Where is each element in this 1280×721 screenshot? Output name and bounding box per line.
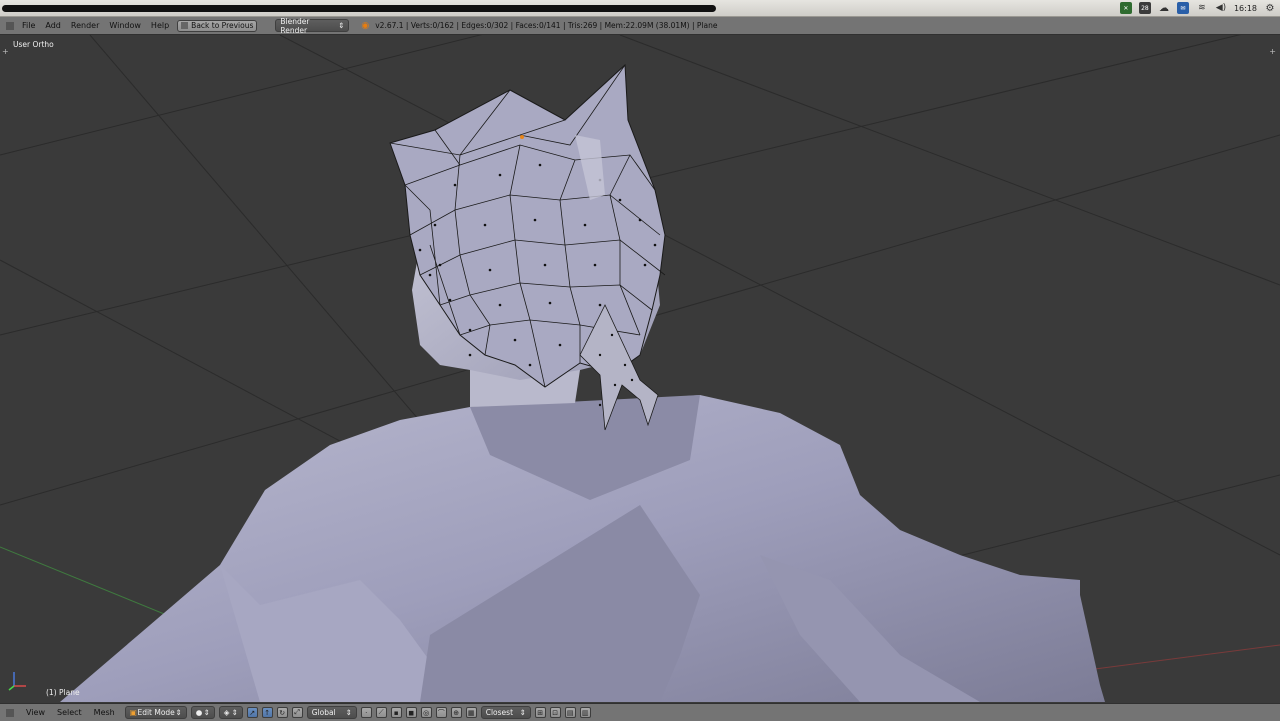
pivot-point-select[interactable]: ◈ ⇕ <box>218 706 243 719</box>
menu-help[interactable]: Help <box>151 21 169 30</box>
viewport-shading-select[interactable]: ● ⇕ <box>190 706 215 719</box>
shading-solid-icon: ● <box>195 708 203 717</box>
active-vertex <box>520 135 524 139</box>
editor-type-icon[interactable] <box>6 708 14 717</box>
3d-viewport[interactable]: User Ortho + + (1) Plane <box>0 35 1280 702</box>
snap-target-label: Closest <box>485 708 514 717</box>
orientation-label: Global <box>311 708 336 717</box>
toolbar-toggle-icon[interactable]: + <box>2 47 9 56</box>
back-to-previous-button[interactable]: Back to Previous <box>177 19 258 32</box>
edge-select-mode-icon[interactable]: ⟋ <box>375 707 387 718</box>
menu-add[interactable]: Add <box>45 21 61 30</box>
cloud-icon[interactable]: ☁ <box>1158 2 1170 14</box>
blender-logo-icon: ◉ <box>361 20 370 31</box>
scene-stats: v2.67.1 | Verts:0/162 | Edges:0/302 | Fa… <box>375 21 718 30</box>
manipulator-toggle-icon[interactable]: ↗ <box>246 707 258 718</box>
clock[interactable]: 16:18 <box>1234 4 1257 13</box>
mail-icon[interactable]: ✉ <box>1176 2 1189 14</box>
menu-window[interactable]: Window <box>109 21 141 30</box>
system-tray: ✕ 28 ☁ ✉ ≋ ◀) 16:18 ⚙ <box>1119 0 1276 16</box>
limit-selection-icon[interactable]: ◼ <box>405 707 417 718</box>
editor-type-icon[interactable] <box>6 21 14 30</box>
menu-file[interactable]: File <box>22 21 35 30</box>
calendar-icon[interactable]: 28 <box>1138 2 1151 14</box>
snap-align-icon[interactable]: ⊞ <box>534 707 546 718</box>
menu-view[interactable]: View <box>26 708 45 717</box>
info-header: File Add Render Window Help Back to Prev… <box>0 17 1280 35</box>
render-engine-select[interactable]: Blender Render ⇕ <box>275 16 350 35</box>
axis-gizmo <box>8 672 26 691</box>
transform-orientation-select[interactable]: Global ⇕ <box>306 706 357 719</box>
info-menu: File Add Render Window Help <box>6 21 169 30</box>
vertex-select-mode-icon[interactable]: · <box>360 707 372 718</box>
window-title-bar <box>2 5 716 12</box>
view-name-label: User Ortho <box>13 40 54 49</box>
dropdown-arrows-icon: ⇕ <box>231 708 238 717</box>
snap-target-select[interactable]: Closest ⇕ <box>480 706 531 719</box>
volume-icon[interactable]: ◀) <box>1215 2 1227 14</box>
screen-icon <box>181 22 189 29</box>
dropdown-arrows-icon: ⇕ <box>345 708 352 717</box>
snap-toggle-icon[interactable]: ⊕ <box>450 707 462 718</box>
scale-manipulator-icon[interactable]: ⤢ <box>291 707 303 718</box>
face-select-mode-icon[interactable]: ▪ <box>390 707 402 718</box>
dropdown-arrows-icon: ⇕ <box>203 708 210 717</box>
proportional-falloff-icon[interactable]: ⌒ <box>435 707 447 718</box>
snap-element-icon[interactable]: ▦ <box>465 707 477 718</box>
proportional-editing-icon[interactable]: ◎ <box>420 707 432 718</box>
3d-view-header: View Select Mesh ▣ Edit Mode ⇕ ● ⇕ ◈ ⇕ ↗… <box>0 703 1280 721</box>
back-to-previous-label: Back to Previous <box>191 21 254 30</box>
render-animation-icon[interactable]: ▥ <box>579 707 591 718</box>
menu-mesh[interactable]: Mesh <box>94 708 115 717</box>
dropdown-arrows-icon: ⇕ <box>338 21 345 30</box>
head-mesh[interactable] <box>389 63 666 431</box>
dropdown-arrows-icon: ⇕ <box>519 708 526 717</box>
accessibility-icon[interactable]: ✕ <box>1119 2 1132 14</box>
snap-project-icon[interactable]: ⊡ <box>549 707 561 718</box>
dropdown-arrows-icon: ⇕ <box>175 708 182 717</box>
render-engine-label: Blender Render <box>280 16 310 35</box>
character-body-mesh[interactable] <box>60 395 1105 702</box>
rotate-manipulator-icon[interactable]: ↻ <box>276 707 288 718</box>
active-object-label: (1) Plane <box>46 688 80 697</box>
mode-label: Edit Mode <box>137 708 175 717</box>
settings-gear-icon[interactable]: ⚙ <box>1264 2 1276 14</box>
calendar-day: 28 <box>1141 4 1149 12</box>
viewport-canvas[interactable] <box>0 35 1280 702</box>
wifi-icon[interactable]: ≋ <box>1196 2 1208 14</box>
mode-select[interactable]: ▣ Edit Mode ⇕ <box>124 706 187 719</box>
menu-select[interactable]: Select <box>57 708 82 717</box>
edit-mode-icon: ▣ <box>129 708 137 717</box>
render-opengl-icon[interactable]: ▤ <box>564 707 576 718</box>
os-top-panel: ✕ 28 ☁ ✉ ≋ ◀) 16:18 ⚙ <box>0 0 1280 17</box>
properties-toggle-icon[interactable]: + <box>1269 47 1276 56</box>
pivot-icon: ◈ <box>223 708 230 717</box>
menu-render[interactable]: Render <box>71 21 99 30</box>
translate-manipulator-icon[interactable]: ↑ <box>261 707 273 718</box>
